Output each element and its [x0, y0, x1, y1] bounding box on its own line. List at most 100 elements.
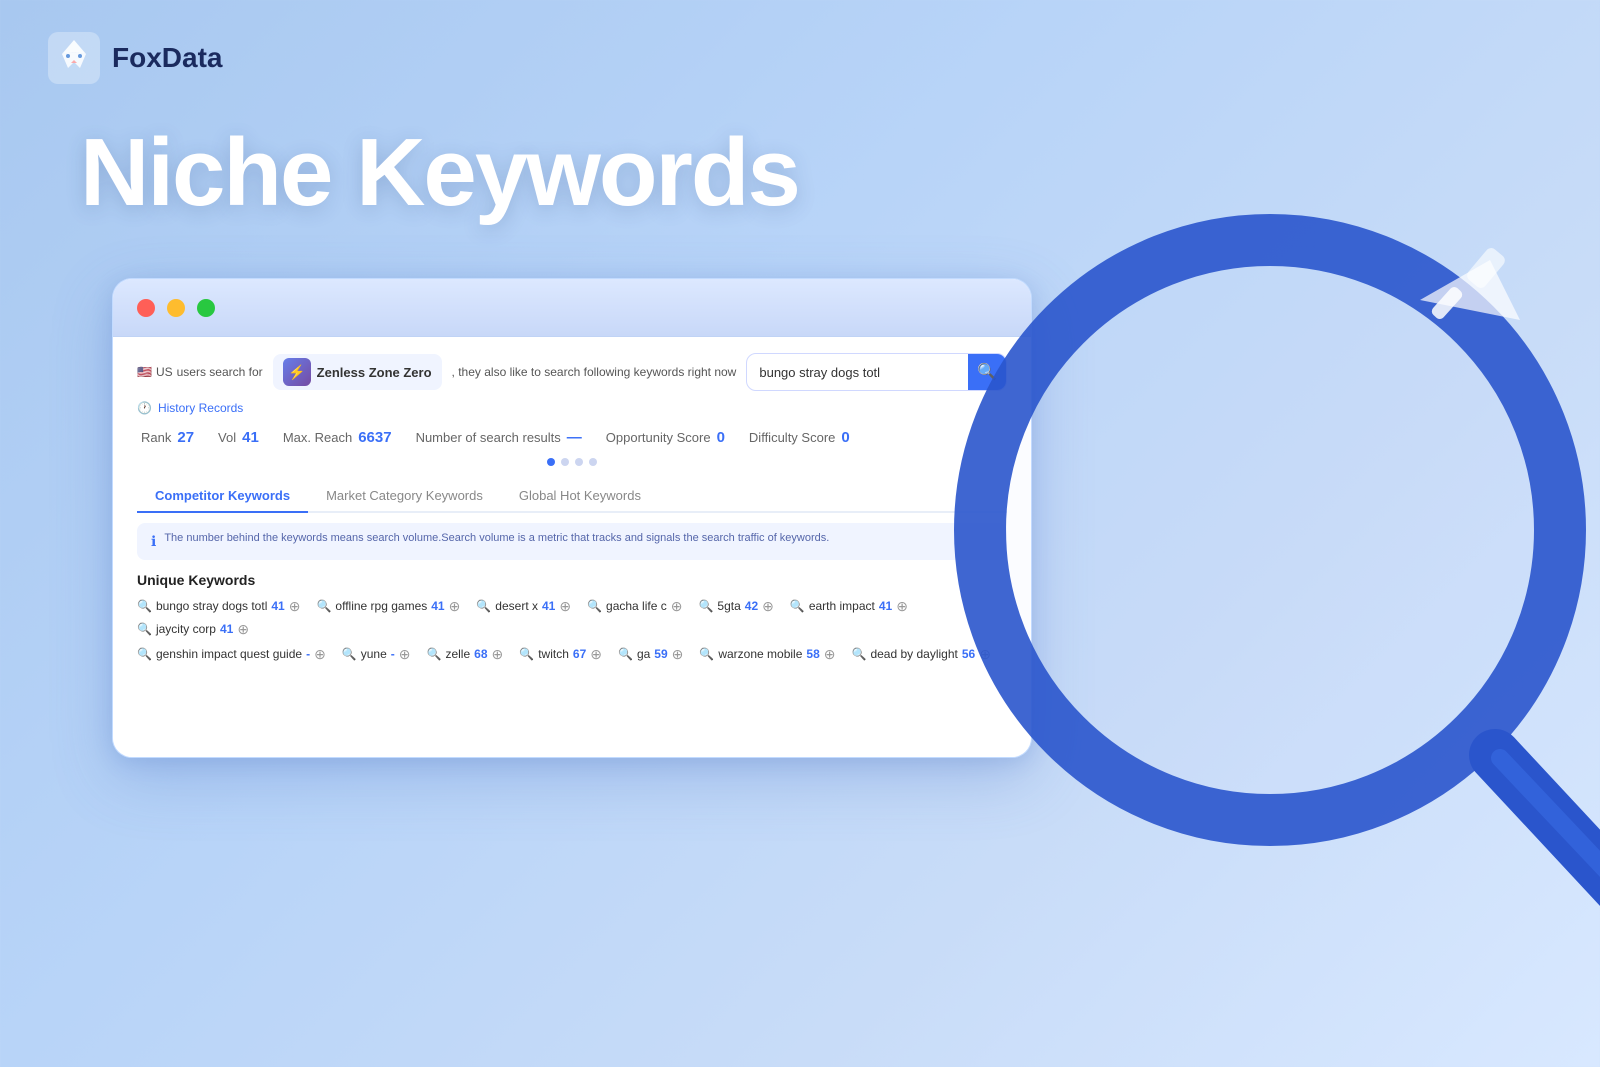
search-icon-5: 🔍	[698, 599, 713, 613]
browser-content: 🇺🇸 US users search for ⚡ Zenless Zone Ze…	[113, 337, 1031, 757]
tab-market-category-keywords[interactable]: Market Category Keywords	[308, 480, 501, 513]
stat-maxreach-label: Max. Reach	[283, 430, 352, 445]
keywords-row-2: 🔍 genshin impact quest guide - ⊕ 🔍 yune …	[137, 646, 1007, 663]
tabs-row: Competitor Keywords Market Category Keyw…	[137, 480, 1007, 513]
keyword-num-11: 67	[573, 647, 586, 661]
keyword-num-9: -	[391, 647, 395, 661]
keyword-chip-2: 🔍 offline rpg games 41 ⊕	[316, 598, 460, 615]
add-icon-12[interactable]: ⊕	[672, 646, 684, 663]
add-icon-13[interactable]: ⊕	[824, 646, 836, 663]
search-icon-9: 🔍	[342, 647, 357, 661]
search-icon-4: 🔍	[587, 599, 602, 613]
keyword-chip-12: 🔍 ga 59 ⊕	[618, 646, 683, 663]
keyword-num-3: 41	[542, 599, 555, 613]
search-bar-row: 🇺🇸 US users search for ⚡ Zenless Zone Ze…	[137, 353, 1007, 415]
search-icon-10: 🔍	[427, 647, 442, 661]
search-input-wrapper[interactable]: 🔍	[746, 353, 1007, 391]
keyword-chip-8: 🔍 genshin impact quest guide - ⊕	[137, 646, 326, 663]
keyword-num-10: 68	[474, 647, 487, 661]
add-icon-2[interactable]: ⊕	[449, 598, 461, 615]
add-icon-4[interactable]: ⊕	[671, 598, 683, 615]
keyword-text-10: zelle	[445, 647, 470, 661]
keyword-num-12: 59	[654, 647, 667, 661]
keyword-text-11: twitch	[538, 647, 569, 661]
stat-maxreach: Max. Reach 6637	[283, 429, 392, 446]
info-icon: ℹ	[151, 532, 156, 552]
browser-window: 🇺🇸 US users search for ⚡ Zenless Zone Ze…	[112, 278, 1032, 758]
search-icon-1: 🔍	[137, 599, 152, 613]
add-icon-14[interactable]: ⊕	[979, 646, 991, 663]
info-banner: ℹ The number behind the keywords means s…	[137, 523, 1007, 560]
hero-title: Niche Keywords	[80, 120, 799, 226]
keyword-chip-9: 🔍 yune - ⊕	[342, 646, 411, 663]
search-icon-2: 🔍	[316, 599, 331, 613]
keyword-text-5: 5gta	[717, 599, 740, 613]
search-input[interactable]	[747, 365, 968, 380]
dot-4[interactable]	[589, 458, 597, 466]
keyword-num-6: 41	[879, 599, 892, 613]
add-icon-10[interactable]: ⊕	[492, 646, 504, 663]
keyword-text-1: bungo stray dogs totl	[156, 599, 267, 613]
keyword-chip-14: 🔍 dead by daylight 56 ⊕	[851, 646, 990, 663]
flag-country: 🇺🇸 US users search for	[137, 365, 263, 379]
stat-rank-label: Rank	[141, 430, 171, 445]
search-icon-13: 🔍	[699, 647, 714, 661]
keyword-chip-13: 🔍 warzone mobile 58 ⊕	[699, 646, 835, 663]
stat-rank: Rank 27	[141, 429, 194, 446]
add-icon-11[interactable]: ⊕	[590, 646, 602, 663]
keyword-text-13: warzone mobile	[718, 647, 802, 661]
tab-global-hot-keywords[interactable]: Global Hot Keywords	[501, 480, 659, 513]
stat-searchresults: Number of search results —	[416, 429, 582, 446]
dot-1[interactable]	[547, 458, 555, 466]
search-icon-11: 🔍	[519, 647, 534, 661]
traffic-light-red[interactable]	[137, 299, 155, 317]
history-records-button[interactable]: 🕐 History Records	[137, 401, 243, 415]
keyword-num-13: 58	[806, 647, 819, 661]
add-icon-9[interactable]: ⊕	[399, 646, 411, 663]
stat-searchresults-value: —	[567, 429, 582, 446]
stat-opportunity: Opportunity Score 0	[606, 429, 725, 446]
keywords-row-1: 🔍 bungo stray dogs totl 41 ⊕ 🔍 offline r…	[137, 598, 1007, 638]
keyword-num-2: 41	[431, 599, 444, 613]
dot-3[interactable]	[575, 458, 583, 466]
unique-keywords-title: Unique Keywords	[137, 572, 1007, 588]
stat-vol: Vol 41	[218, 429, 259, 446]
keyword-text-3: desert x	[495, 599, 538, 613]
history-icon: 🕐	[137, 401, 152, 415]
app-icon: ⚡	[283, 358, 311, 386]
logo-text: FoxData	[112, 42, 222, 74]
search-icon-14: 🔍	[851, 647, 866, 661]
stat-vol-label: Vol	[218, 430, 236, 445]
info-text: The number behind the keywords means sea…	[164, 531, 829, 546]
stat-difficulty-value: 0	[841, 429, 849, 446]
tab-competitor-keywords[interactable]: Competitor Keywords	[137, 480, 308, 513]
keyword-num-7: 41	[220, 622, 233, 636]
traffic-light-green[interactable]	[197, 299, 215, 317]
app-badge: ⚡ Zenless Zone Zero	[273, 354, 442, 390]
search-icon-6: 🔍	[790, 599, 805, 613]
search-icon-8: 🔍	[137, 647, 152, 661]
keyword-text-6: earth impact	[809, 599, 875, 613]
dot-2[interactable]	[561, 458, 569, 466]
keyword-num-1: 41	[271, 599, 284, 613]
keyword-text-14: dead by daylight	[870, 647, 957, 661]
keyword-num-8: -	[306, 647, 310, 661]
keyword-text-8: genshin impact quest guide	[156, 647, 302, 661]
add-icon-3[interactable]: ⊕	[559, 598, 571, 615]
add-icon-6[interactable]: ⊕	[896, 598, 908, 615]
add-icon-1[interactable]: ⊕	[289, 598, 301, 615]
flag-emoji: 🇺🇸	[137, 365, 152, 379]
search-icon-12: 🔍	[618, 647, 633, 661]
suffix-text: , they also like to search following key…	[452, 365, 737, 379]
stat-difficulty-label: Difficulty Score	[749, 430, 835, 445]
add-icon-7[interactable]: ⊕	[237, 621, 249, 638]
country-code: US	[156, 365, 173, 379]
stat-difficulty: Difficulty Score 0	[749, 429, 850, 446]
add-icon-8[interactable]: ⊕	[314, 646, 326, 663]
search-icon-3: 🔍	[476, 599, 491, 613]
search-button[interactable]: 🔍	[968, 353, 1006, 391]
traffic-light-yellow[interactable]	[167, 299, 185, 317]
add-icon-5[interactable]: ⊕	[762, 598, 774, 615]
keyword-num-14: 56	[962, 647, 975, 661]
stats-row: Rank 27 Vol 41 Max. Reach 6637 Number of…	[137, 429, 1007, 446]
